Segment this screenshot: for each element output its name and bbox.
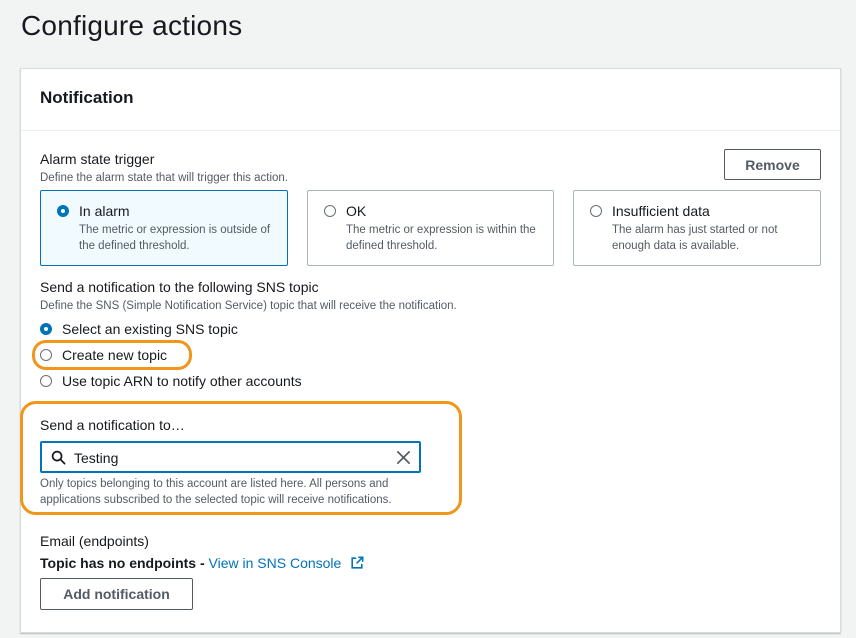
option-label: Select an existing SNS topic (62, 321, 238, 337)
page-title: Configure actions (21, 10, 243, 41)
trigger-tile-description: The metric or expression is outside of t… (79, 224, 271, 252)
trigger-tile-description: The metric or expression is within the d… (346, 224, 536, 252)
panel-header: Notification (21, 69, 840, 131)
notification-panel: Notification Alarm state trigger Define … (20, 68, 841, 633)
option-label: Use topic ARN to notify other accounts (62, 373, 302, 389)
trigger-tile-title: Insufficient data (612, 203, 710, 219)
sns-option-topic-arn[interactable]: Use topic ARN to notify other accounts (40, 371, 340, 391)
alarm-state-trigger-label: Alarm state trigger (40, 151, 155, 167)
radio-topic-arn[interactable] (40, 375, 52, 387)
trigger-tile-description: The alarm has just started or not enough… (612, 224, 778, 252)
trigger-tile-in-alarm[interactable]: In alarm The metric or expression is out… (40, 190, 288, 266)
external-link-icon[interactable] (350, 556, 364, 573)
radio-in-alarm[interactable] (57, 205, 69, 217)
radio-ok[interactable] (324, 205, 336, 217)
trigger-tile-title: OK (346, 203, 367, 219)
send-to-highlight (20, 401, 462, 515)
trigger-tile-insufficient-data[interactable]: Insufficient data The alarm has just sta… (573, 190, 821, 266)
sns-topic-description: Define the SNS (Simple Notification Serv… (40, 300, 457, 312)
view-sns-console-link[interactable]: View in SNS Console (209, 555, 342, 571)
email-endpoints-label: Email (endpoints) (40, 533, 149, 549)
trigger-tile-title: In alarm (79, 203, 130, 219)
sns-topic-label: Send a notification to the following SNS… (40, 279, 319, 295)
panel-title: Notification (40, 88, 134, 107)
radio-existing-topic[interactable] (40, 323, 52, 335)
remove-button[interactable]: Remove (724, 149, 821, 180)
add-notification-button[interactable]: Add notification (40, 578, 193, 610)
no-endpoints-text: Topic has no endpoints - (40, 555, 209, 571)
endpoints-status: Topic has no endpoints - View in SNS Con… (40, 555, 364, 573)
create-new-topic-highlight (32, 340, 192, 370)
alarm-state-trigger-description: Define the alarm state that will trigger… (40, 172, 289, 184)
trigger-tile-ok[interactable]: OK The metric or expression is within th… (307, 190, 554, 266)
radio-insufficient-data[interactable] (590, 205, 602, 217)
sns-option-existing-topic[interactable]: Select an existing SNS topic (40, 319, 300, 339)
